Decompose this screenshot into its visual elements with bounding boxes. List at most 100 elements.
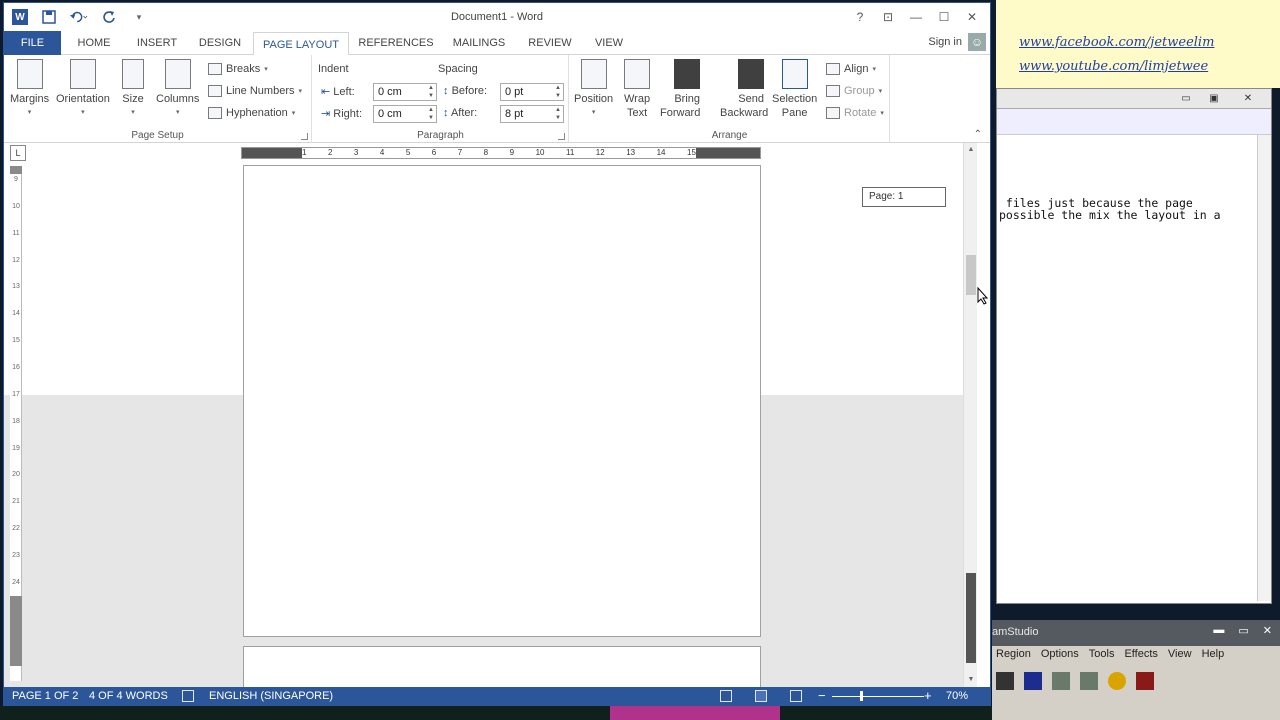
rotate-button[interactable]: Rotate ▾ [826,104,884,122]
scroll-thumb-lower[interactable] [966,573,976,663]
editor-scrollbar[interactable] [1257,135,1271,601]
wrap-text-button[interactable]: Wrap Text [624,59,650,120]
scroll-thumb[interactable] [966,255,976,295]
spinner-arrows-icon[interactable]: ▲ ▼ [428,84,434,100]
ribbon-display-options-button[interactable]: ⊡ [874,7,902,27]
camstudio-maximize-icon[interactable]: ▭ [1238,624,1248,637]
read-mode-icon[interactable] [720,690,732,702]
settings-sun-icon[interactable] [1108,672,1126,690]
orientation-button[interactable]: Orientation ▾ [56,59,110,120]
position-icon [580,59,607,89]
spacing-before-value[interactable]: 0 pt [505,86,523,98]
zoom-level[interactable]: 70% [946,690,968,702]
tab-mailings[interactable]: MAILINGS [446,31,512,55]
spacing-after-value[interactable]: 8 pt [505,108,523,120]
margins-button[interactable]: Margins ▾ [10,59,49,120]
camstudio-menu-item[interactable]: Help [1202,648,1225,666]
camstudio-menu-item[interactable]: Tools [1089,648,1115,666]
size-button[interactable]: Size ▾ [122,59,144,120]
columns-button[interactable]: Columns ▾ [156,59,199,120]
avatar-icon[interactable]: ☺ [968,33,986,51]
maximize-button[interactable]: ☐ [930,7,958,27]
language-status[interactable]: ENGLISH (SINGAPORE) [209,690,333,702]
ruler-tick: 4 [379,148,385,157]
taskbar [0,706,992,720]
page-setup-launcher-icon[interactable] [301,133,308,140]
zoom-slider[interactable] [832,696,924,697]
vruler-tick: 14 [12,310,20,318]
paragraph-launcher-icon[interactable] [558,133,565,140]
tab-insert[interactable]: INSERT [128,31,186,55]
group-button[interactable]: Group ▾ [826,82,882,100]
title-bar: W ▾ Document1 - Word ? ⊡ — ☐ ✕ [4,3,990,31]
tab-review[interactable]: REVIEW [522,31,578,55]
hyphenation-button[interactable]: Hyphenation ▾ [208,104,295,122]
scroll-up-icon[interactable]: ▲ [964,143,977,157]
tab-view[interactable]: VIEW [588,31,630,55]
document-area: L 1 2 3 4 5 6 7 8 9 10 11 12 13 14 15 9 10 11 12 13 14 15 16 1… [4,143,977,687]
tab-selector-icon[interactable]: L [10,145,26,161]
spinner-arrows-icon[interactable]: ▲ ▼ [555,106,561,122]
page-2[interactable] [243,646,761,687]
indent-left-field[interactable]: 0 cm ▲ ▼ [373,83,437,101]
align-button[interactable]: Align ▾ [826,60,876,78]
print-layout-icon[interactable] [755,690,767,702]
send-backward-icon [738,59,765,89]
editor-minimize-icon[interactable]: ▭ [1175,92,1197,106]
editor-close-icon[interactable]: ✕ [1237,92,1259,106]
page-count-status[interactable]: PAGE 1 OF 2 [12,690,78,702]
line-numbers-button[interactable]: Line Numbers ▾ [208,82,302,100]
youtube-link[interactable]: www.youtube.com/limjetwee [1019,59,1208,74]
editor-maximize-icon[interactable]: ▣ [1203,92,1225,106]
tab-file[interactable]: FILE [4,31,61,55]
web-layout-icon[interactable] [790,690,802,702]
camstudio-menu-item[interactable]: Region [996,648,1031,666]
help-button[interactable]: ? [846,7,874,27]
tab-design[interactable]: DESIGN [192,31,248,55]
collapse-ribbon-icon[interactable]: ⌃ [974,129,982,140]
tab-references[interactable]: REFERENCES [356,31,436,55]
bring-forward-button[interactable]: Bring Forward [660,59,700,120]
zoom-in-icon[interactable]: + [924,688,932,703]
camstudio-close-icon[interactable]: ✕ [1263,624,1272,637]
breaks-button[interactable]: Breaks ▾ [208,60,268,78]
facebook-link[interactable]: www.facebook.com/jetweelim [1019,35,1214,50]
horizontal-ruler[interactable]: 1 2 3 4 5 6 7 8 9 10 11 12 13 14 15 [241,147,761,159]
zoom-out-icon[interactable]: − [818,688,826,703]
camstudio-menu-item[interactable]: View [1168,648,1192,666]
vruler-bottom-margin [10,596,22,666]
scroll-down-icon[interactable]: ▼ [964,673,977,687]
close-button[interactable]: ✕ [958,7,986,27]
region-icon[interactable] [1080,672,1098,690]
page-setup-label: Page Setup [131,130,184,141]
indent-right-value[interactable]: 0 cm [378,108,402,120]
camera-icon[interactable] [1052,672,1070,690]
send-backward-button[interactable]: Send Backward [720,59,768,120]
stop-icon[interactable] [1024,672,1042,690]
orientation-label: Orientation [56,93,110,105]
spinner-arrows-icon[interactable]: ▲ ▼ [555,84,561,100]
spacing-before-field[interactable]: 0 pt ▲ ▼ [500,83,564,101]
position-button[interactable]: Position ▾ [574,59,613,120]
camstudio-menu-item[interactable]: Options [1041,648,1079,666]
zoom-slider-thumb[interactable] [860,691,863,701]
selection-pane-button[interactable]: Selection Pane [772,59,817,120]
spacing-after-field[interactable]: 8 pt ▲ ▼ [500,105,564,123]
page-1[interactable] [243,165,761,637]
cursor-region-icon[interactable] [1136,672,1154,690]
vertical-ruler[interactable]: 9 10 11 12 13 14 15 16 17 18 19 20 21 22 23 24 [10,166,22,681]
tab-page-layout[interactable]: PAGE LAYOUT [253,32,349,56]
minimize-button[interactable]: — [902,7,930,27]
pause-icon[interactable] [996,672,1014,690]
proofing-icon[interactable] [182,690,194,702]
sign-in-label[interactable]: Sign in [928,36,962,48]
indent-left-value[interactable]: 0 cm [378,86,402,98]
vertical-scrollbar[interactable]: ▲ ▼ [963,143,977,687]
camstudio-minimize-icon[interactable]: ▬ [1213,624,1224,637]
spinner-arrows-icon[interactable]: ▲ ▼ [428,106,434,122]
sign-in[interactable]: Sign in ☺ [928,33,986,51]
tab-home[interactable]: HOME [68,31,120,55]
camstudio-menu-item[interactable]: Effects [1124,648,1157,666]
indent-right-field[interactable]: 0 cm ▲ ▼ [373,105,437,123]
word-count-status[interactable]: 4 OF 4 WORDS [89,690,168,702]
